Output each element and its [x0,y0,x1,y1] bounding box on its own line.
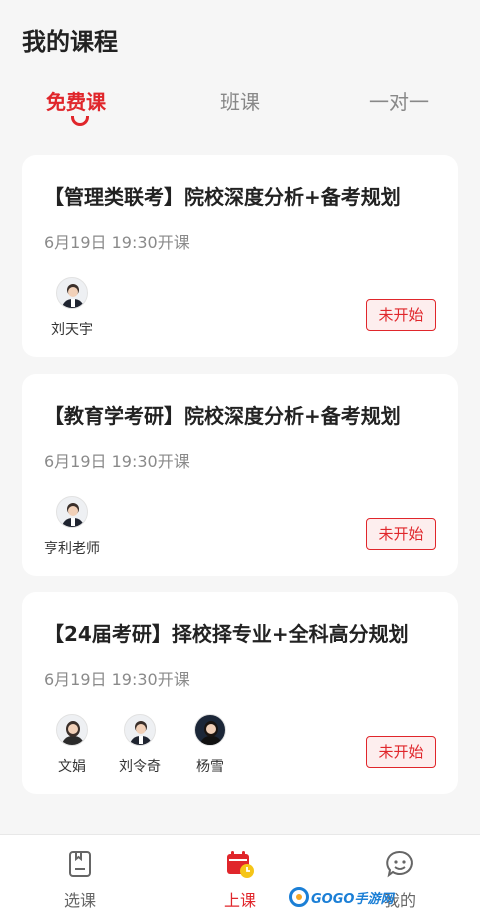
course-time: 6月19日 19:30开课 [44,452,190,471]
watermark-text: GOGO手游网 [311,891,394,907]
watermark-icon [289,887,309,907]
course-card[interactable]: 【管理类联考】院校深度分析+备考规划 6月19日 19:30开课 刘天宇 未开始 [22,155,458,357]
teacher: 杨雪 [180,714,240,776]
teacher-name: 刘天宇 [51,322,93,338]
nav-item-select-course[interactable]: 选课 [20,835,140,917]
teacher: 亨利老师 [42,496,102,558]
teacher-name: 杨雪 [196,759,224,775]
status-badge: 未开始 [366,299,436,331]
course-card[interactable]: 【教育学考研】院校深度分析+备考规划 6月19日 19:30开课 亨利老师 未开… [22,374,458,576]
teacher-avatar [124,714,156,746]
watermark-logo: GOGO手游网 [289,886,393,908]
tab-free-course[interactable]: 免费课 [46,86,106,115]
tab-one-on-one[interactable]: 一对一 [369,86,429,115]
teacher: 刘天宇 [42,277,102,339]
teacher-avatar [56,714,88,746]
course-title: 【管理类联考】院校深度分析+备考规划 [44,185,401,209]
teacher-name: 刘令奇 [119,759,161,775]
calendar-clock-icon [227,851,254,878]
course-tabs: 免费课 班课 一对一 [0,86,480,136]
nav-item-attend-class[interactable]: 上课 [180,835,300,917]
course-title: 【教育学考研】院校深度分析+备考规划 [44,404,401,428]
teacher-avatar [56,277,88,309]
status-badge: 未开始 [366,736,436,768]
chat-smile-icon [386,850,413,878]
nav-label: 选课 [63,891,96,910]
nav-label: 上课 [223,891,256,910]
teacher-name: 文娟 [58,759,86,775]
active-tab-indicator [71,116,89,126]
page-title: 我的课程 [22,28,118,56]
status-badge: 未开始 [366,518,436,550]
course-time: 6月19日 19:30开课 [44,233,190,252]
teacher-avatar [194,714,226,746]
document-icon [69,851,91,877]
course-time: 6月19日 19:30开课 [44,670,190,689]
teacher: 文娟 [42,714,102,776]
tab-class-course[interactable]: 班课 [220,86,260,115]
course-card[interactable]: 【24届考研】择校择专业+全科高分规划 6月19日 19:30开课 文娟 刘令奇… [22,592,458,794]
teacher: 刘令奇 [110,714,170,776]
teacher-name: 亨利老师 [44,541,100,557]
bottom-nav: 选课 上课 我的 [0,834,480,917]
course-title: 【24届考研】择校择专业+全科高分规划 [44,622,409,646]
teacher-avatar [56,496,88,528]
